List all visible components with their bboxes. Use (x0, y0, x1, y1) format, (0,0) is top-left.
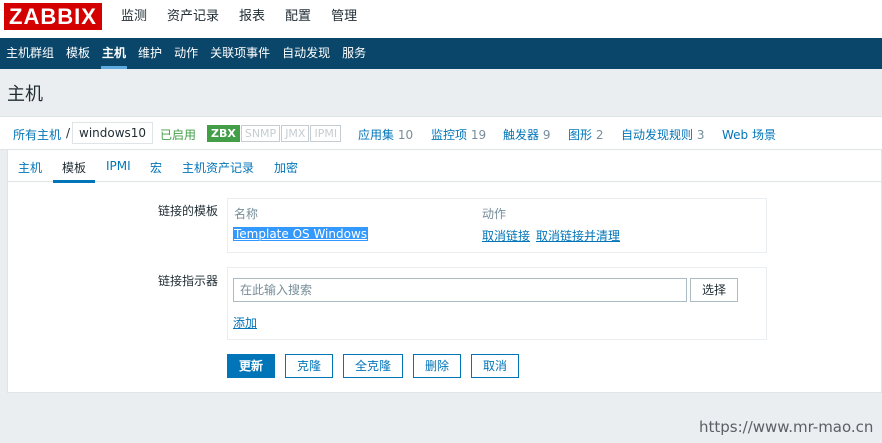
menu-reports[interactable]: 报表 (229, 0, 275, 38)
zbx-availability-badge: ZBX (207, 125, 240, 142)
host-status-enabled[interactable]: 已启用 (160, 126, 196, 143)
top-header: ZABBIX 监测 资产记录 报表 配置 管理 (0, 0, 882, 38)
submenu-hosts[interactable]: 主机 (96, 38, 132, 69)
discovery-rules-count: 3 (696, 128, 705, 142)
ipmi-availability-badge: IPMI (310, 125, 342, 142)
host-nav-bar: 所有主机 / windows10 已启用 ZBX SNMP JMX IPMI 应… (0, 116, 882, 150)
current-host-name: windows10 (72, 122, 154, 144)
update-button[interactable]: 更新 (227, 354, 275, 378)
discovery-rules-label: 自动发现规则 (621, 128, 694, 142)
menu-monitoring[interactable]: 监测 (111, 0, 157, 38)
linked-templates-table: 名称 动作 Template OS Windows 取消链接 取消链接并清理 (227, 198, 767, 253)
tab-inventory[interactable]: 主机资产记录 (182, 159, 254, 176)
tab-host[interactable]: 主机 (18, 159, 42, 176)
delete-button[interactable]: 删除 (413, 354, 461, 378)
column-name-header: 名称 (234, 207, 259, 221)
linked-template-name[interactable]: Template OS Windows (233, 227, 369, 241)
add-template-link[interactable]: 添加 (233, 314, 257, 331)
clone-button[interactable]: 克隆 (285, 354, 333, 378)
unlink-link[interactable]: 取消链接 (482, 227, 530, 244)
menu-configuration[interactable]: 配置 (275, 0, 321, 38)
menu-inventory[interactable]: 资产记录 (157, 0, 229, 38)
graphs-label: 图形 (568, 128, 593, 142)
applications-count: 10 (397, 128, 414, 142)
availability-indicators: ZBX SNMP JMX IPMI (207, 125, 342, 142)
link-new-templates-box: 在此输入搜索 选择 添加 (227, 267, 767, 340)
all-hosts-link[interactable]: 所有主机 (13, 126, 61, 143)
tab-encryption[interactable]: 加密 (274, 159, 298, 176)
submenu-host-groups[interactable]: 主机群组 (0, 38, 60, 69)
web-scenarios-link[interactable]: Web 场景 (722, 126, 776, 143)
sub-menu: 主机群组 模板 主机 维护 动作 关联项事件 自动发现 服务 (0, 38, 882, 69)
submenu-templates[interactable]: 模板 (60, 38, 96, 69)
unlink-and-clear-link[interactable]: 取消链接并清理 (536, 227, 620, 244)
watermark-text: https://www.mr-mao.cn (699, 418, 874, 436)
submenu-services[interactable]: 服务 (336, 38, 372, 69)
items-label: 监控项 (431, 128, 468, 142)
applications-link[interactable]: 应用集 10 (358, 126, 413, 143)
template-search-input[interactable]: 在此输入搜索 (233, 278, 687, 302)
tab-ipmi[interactable]: IPMI (106, 159, 131, 173)
zabbix-logo[interactable]: ZABBIX (4, 3, 102, 30)
submenu-maintenance[interactable]: 维护 (132, 38, 168, 69)
tab-templates[interactable]: 模板 (52, 159, 96, 183)
cancel-button[interactable]: 取消 (471, 354, 519, 378)
breadcrumb-separator: / (66, 126, 71, 140)
main-menu: 监测 资产记录 报表 配置 管理 (111, 0, 367, 38)
triggers-link[interactable]: 触发器 9 (503, 126, 550, 143)
submenu-discovery[interactable]: 自动发现 (276, 38, 336, 69)
discovery-rules-link[interactable]: 自动发现规则 3 (621, 126, 704, 143)
submenu-event-correlation[interactable]: 关联项事件 (204, 38, 276, 69)
host-form-card: 主机 模板 IPMI 宏 主机资产记录 加密 链接的模板 名称 动作 Templ… (7, 150, 882, 393)
applications-label: 应用集 (358, 128, 395, 142)
triggers-label: 触发器 (503, 128, 540, 142)
link-new-templates-label: 链接指示器 (157, 274, 218, 288)
menu-administration[interactable]: 管理 (321, 0, 367, 38)
items-link[interactable]: 监控项 19 (431, 126, 486, 143)
graphs-count: 2 (595, 128, 604, 142)
triggers-count: 9 (542, 128, 551, 142)
snmp-availability-badge: SNMP (240, 125, 281, 142)
linked-templates-label: 链接的模板 (157, 204, 218, 218)
form-tabs: 主机 模板 IPMI 宏 主机资产记录 加密 (8, 150, 881, 183)
tab-macros[interactable]: 宏 (150, 159, 162, 176)
submenu-actions[interactable]: 动作 (168, 38, 204, 69)
items-count: 19 (470, 128, 487, 142)
graphs-link[interactable]: 图形 2 (568, 126, 603, 143)
page-title: 主机 (7, 84, 43, 105)
jmx-availability-badge: JMX (281, 125, 310, 142)
select-template-button[interactable]: 选择 (690, 278, 738, 302)
column-action-header: 动作 (482, 207, 507, 221)
full-clone-button[interactable]: 全克隆 (343, 354, 403, 378)
